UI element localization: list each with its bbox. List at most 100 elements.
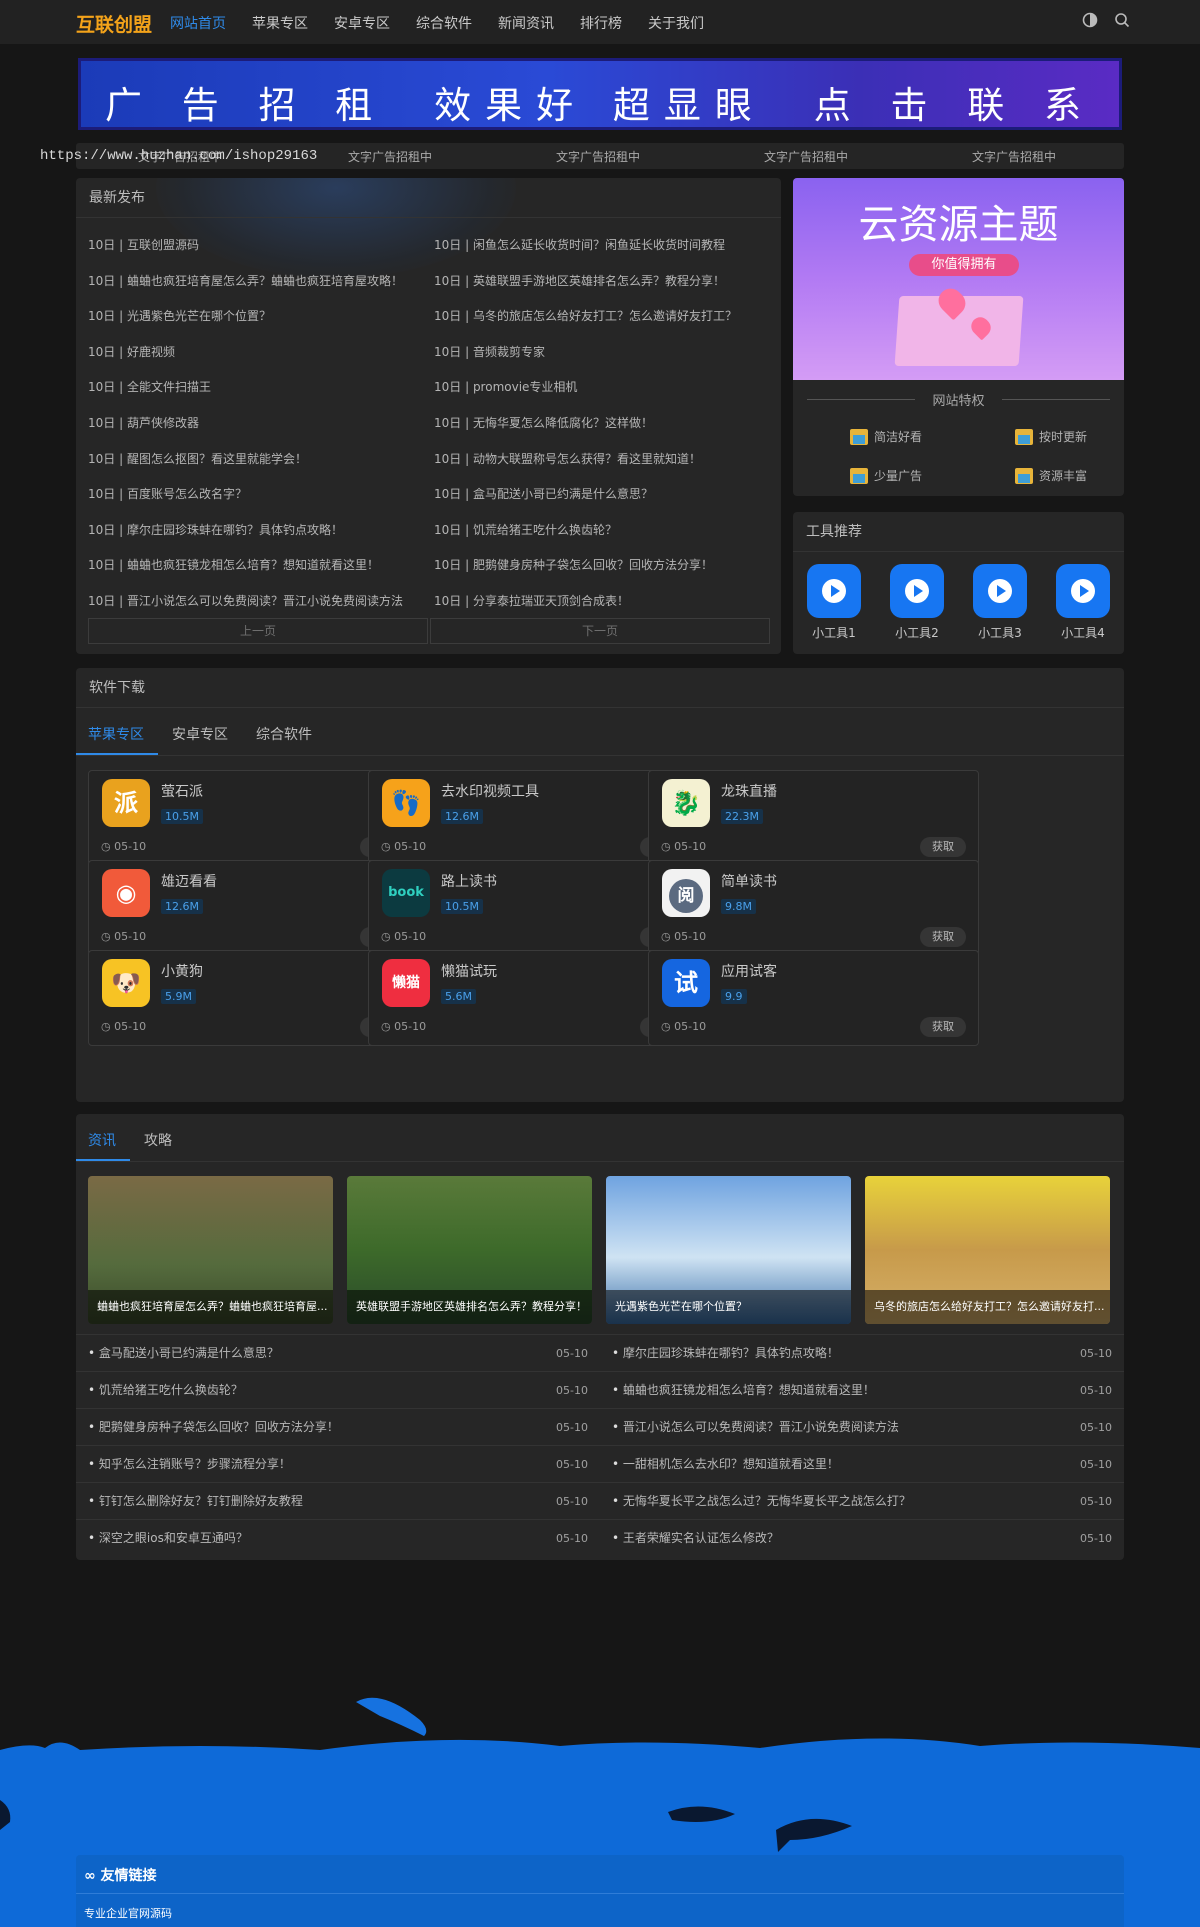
tab-apple[interactable]: 苹果专区 — [88, 724, 144, 744]
text-ad-link[interactable]: 文字广告招租中 — [556, 148, 640, 165]
app-card[interactable]: 阅 简单读书 9.8M 05-10 获取 — [648, 860, 979, 956]
news-row[interactable]: 知乎怎么注销账号？步骤流程分享！ 05-10 — [76, 1445, 600, 1482]
post-link[interactable]: 10日 | 光遇紫色光芒在哪个位置？ — [88, 299, 428, 335]
nav-ranking[interactable]: 排行榜 — [580, 13, 622, 33]
fish-icon — [356, 1697, 427, 1736]
tab-news[interactable]: 资讯 — [88, 1130, 116, 1150]
nav-news[interactable]: 新闻资讯 — [498, 13, 554, 33]
news-title[interactable]: 一甜相机怎么去水印？想知道就看这里！ — [612, 1446, 839, 1483]
tool-item[interactable]: 小工具4 — [1055, 564, 1111, 641]
news-title[interactable]: 深空之眼ios和安卓互通吗？ — [88, 1520, 248, 1557]
news-title[interactable]: 盒马配送小哥已约满是什么意思？ — [88, 1335, 279, 1372]
next-page-button[interactable]: 下一页 — [430, 618, 770, 644]
feature-item: 少量广告 — [850, 467, 922, 484]
news-thumbnail[interactable]: 光遇紫色光芒在哪个位置？ — [606, 1176, 851, 1324]
app-size: 9.8M — [721, 899, 756, 914]
app-date: 05-10 — [661, 930, 706, 943]
news-row[interactable]: 一甜相机怎么去水印？想知道就看这里！ 05-10 — [600, 1445, 1124, 1482]
app-icon: 阅 — [662, 869, 710, 917]
post-link[interactable]: 10日 | 蛐蛐也疯狂培育屋怎么弄？蛐蛐也疯狂培育屋攻略！ — [88, 264, 428, 300]
news-row[interactable]: 钉钉怎么删除好友？钉钉删除好友教程 05-10 — [76, 1482, 600, 1519]
news-row[interactable]: 无悔华夏长平之战怎么过？无悔华夏长平之战怎么打？ 05-10 — [600, 1482, 1124, 1519]
text-ad-link[interactable]: 文字广告招租中 — [972, 148, 1056, 165]
post-link[interactable]: 10日 | 乌冬的旅店怎么给好友打工？怎么邀请好友打工？ — [434, 299, 774, 335]
text-ad-link[interactable]: 文字广告招租中 — [348, 148, 432, 165]
nav-about[interactable]: 关于我们 — [648, 13, 704, 33]
news-thumbnail[interactable]: 蛐蛐也疯狂培育屋怎么弄？蛐蛐也疯狂培育屋... — [88, 1176, 333, 1324]
post-link[interactable]: 10日 | 全能文件扫描王 — [88, 370, 428, 406]
news-thumbnail[interactable]: 英雄联盟手游地区英雄排名怎么弄？教程分享！ — [347, 1176, 592, 1324]
post-link[interactable]: 10日 | 饥荒给猪王吃什么换齿轮？ — [434, 513, 774, 549]
news-row[interactable]: 蛐蛐也疯狂镜龙相怎么培育？想知道就看这里！ 05-10 — [600, 1371, 1124, 1408]
post-link[interactable]: 10日 | 摩尔庄园珍珠蚌在哪钓？具体钓点攻略！ — [88, 513, 428, 549]
post-link[interactable]: 10日 | 蛐蛐也疯狂镜龙相怎么培育？想知道就看这里！ — [88, 548, 428, 584]
text-ad-link[interactable]: 文字广告招租中 — [764, 148, 848, 165]
tab-software[interactable]: 综合软件 — [256, 724, 312, 744]
post-link[interactable]: 10日 | 音频裁剪专家 — [434, 335, 774, 371]
search-icon[interactable] — [1114, 12, 1130, 28]
app-card[interactable]: 试应用试客 9.9 05-10 获取 — [648, 950, 979, 1046]
nav-apple[interactable]: 苹果专区 — [252, 13, 308, 33]
post-link[interactable]: 10日 | 好鹿视频 — [88, 335, 428, 371]
promo-image[interactable]: 云资源主题 你值得拥有 — [793, 178, 1124, 380]
post-link[interactable]: 10日 | 分享泰拉瑞亚天顶剑合成表！ — [434, 584, 774, 620]
news-title[interactable]: 无悔华夏长平之战怎么过？无悔华夏长平之战怎么打？ — [612, 1483, 911, 1520]
site-logo[interactable]: 互联创盟 — [76, 10, 152, 37]
news-row[interactable]: 晋江小说怎么可以免费阅读？晋江小说免费阅读方法 05-10 — [600, 1408, 1124, 1445]
news-title[interactable]: 晋江小说怎么可以免费阅读？晋江小说免费阅读方法 — [612, 1409, 899, 1446]
prev-page-button[interactable]: 上一页 — [88, 618, 428, 644]
software-panel: 软件下载 苹果专区 安卓专区 综合软件 派萤石派 10.5M 05-10 获取 👣 去水印… — [76, 668, 1124, 1102]
app-card[interactable]: 🐉 龙珠直播 22.3M 05-10 获取 — [648, 770, 979, 866]
tool-item[interactable]: 小工具2 — [889, 564, 945, 641]
news-row[interactable]: 深空之眼ios和安卓互通吗？ 05-10 — [76, 1519, 600, 1556]
news-title[interactable]: 肥鹅健身房种子袋怎么回收？回收方法分享！ — [88, 1409, 339, 1446]
news-title[interactable]: 饥荒给猪王吃什么换齿轮？ — [88, 1372, 243, 1409]
nav-home[interactable]: 网站首页 — [170, 13, 226, 33]
news-row[interactable]: 王者荣耀实名认证怎么修改？ 05-10 — [600, 1519, 1124, 1556]
news-date: 05-10 — [1080, 1532, 1112, 1545]
theme-toggle-icon[interactable] — [1082, 12, 1098, 28]
tool-label: 小工具3 — [978, 626, 1022, 640]
get-button[interactable]: 获取 — [920, 837, 966, 857]
post-link[interactable]: 10日 | promovie专业相机 — [434, 370, 774, 406]
news-row[interactable]: 肥鹅健身房种子袋怎么回收？回收方法分享！ 05-10 — [76, 1408, 600, 1445]
get-button[interactable]: 获取 — [920, 927, 966, 947]
nav-software[interactable]: 综合软件 — [416, 13, 472, 33]
news-row[interactable]: 饥荒给猪王吃什么换齿轮？ 05-10 — [76, 1371, 600, 1408]
app-date: 05-10 — [661, 1020, 706, 1033]
news-date: 05-10 — [556, 1421, 588, 1434]
post-link[interactable]: 10日 | 英雄联盟手游地区英雄排名怎么弄？教程分享！ — [434, 264, 774, 300]
news-title[interactable]: 王者荣耀实名认证怎么修改？ — [612, 1520, 779, 1557]
news-title[interactable]: 蛐蛐也疯狂镜龙相怎么培育？想知道就看这里！ — [612, 1372, 875, 1409]
feature-item: 按时更新 — [1015, 428, 1087, 445]
app-name: 路上读书 — [441, 874, 497, 890]
post-link[interactable]: 10日 | 盒马配送小哥已约满是什么意思？ — [434, 477, 774, 513]
banner-ad[interactable]: 广 告 招 租 效果好 超显眼 点 击 联 系 — [78, 58, 1122, 130]
post-link[interactable]: 10日 | 无悔华夏怎么降低腐化？这样做！ — [434, 406, 774, 442]
news-row[interactable]: 盒马配送小哥已约满是什么意思？ 05-10 — [76, 1334, 600, 1371]
post-link[interactable]: 10日 | 晋江小说怎么可以免费阅读？晋江小说免费阅读方法 — [88, 584, 428, 620]
post-link[interactable]: 10日 | 肥鹅健身房种子袋怎么回收？回收方法分享！ — [434, 548, 774, 584]
post-link[interactable]: 10日 | 百度账号怎么改名字？ — [88, 477, 428, 513]
top-icons — [1082, 12, 1130, 28]
feature-icon — [1015, 467, 1033, 484]
get-button[interactable]: 获取 — [920, 1017, 966, 1037]
tab-android[interactable]: 安卓专区 — [172, 724, 228, 744]
news-title[interactable]: 钉钉怎么删除好友？钉钉删除好友教程 — [88, 1483, 303, 1520]
news-title[interactable]: 摩尔庄园珍珠蚌在哪钓？具体钓点攻略！ — [612, 1335, 839, 1372]
tool-item[interactable]: 小工具1 — [806, 564, 862, 641]
post-link[interactable]: 10日 | 互联创盟源码 — [88, 228, 428, 264]
news-row[interactable]: 摩尔庄园珍珠蚌在哪钓？具体钓点攻略！ 05-10 — [600, 1334, 1124, 1371]
post-link[interactable]: 10日 | 闲鱼怎么延长收货时间？闲鱼延长收货时间教程 — [434, 228, 774, 264]
news-thumbnail[interactable]: 乌冬的旅店怎么给好友打工？怎么邀请好友打... — [865, 1176, 1110, 1324]
news-title[interactable]: 知乎怎么注销账号？步骤流程分享！ — [88, 1446, 291, 1483]
app-name: 应用试客 — [721, 964, 777, 980]
tool-item[interactable]: 小工具3 — [972, 564, 1028, 641]
post-link[interactable]: 10日 | 葫芦侠修改器 — [88, 406, 428, 442]
feature-label: 按时更新 — [1039, 430, 1088, 444]
post-link[interactable]: 10日 | 醒图怎么抠图？看这里就能学会！ — [88, 442, 428, 478]
friend-link[interactable]: 专业企业官网源码 — [84, 1905, 172, 1921]
tab-guides[interactable]: 攻略 — [144, 1130, 172, 1150]
nav-android[interactable]: 安卓专区 — [334, 13, 390, 33]
post-link[interactable]: 10日 | 动物大联盟称号怎么获得？看这里就知道！ — [434, 442, 774, 478]
